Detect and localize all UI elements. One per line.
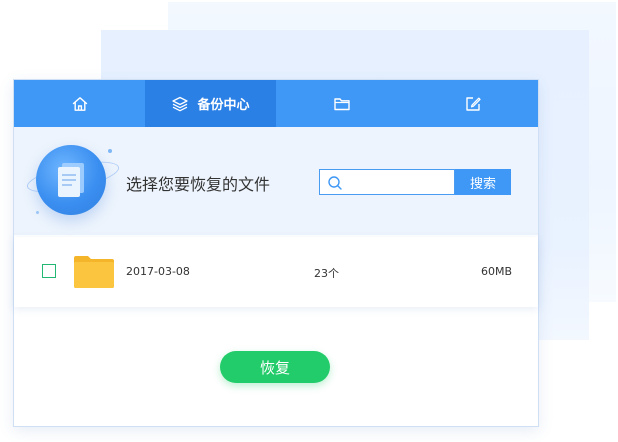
tab-home[interactable] [14,80,145,127]
document-icon [58,163,84,197]
backup-orb-illustration [36,145,106,215]
hero-title: 选择您要恢复的文件 [126,175,271,194]
file-list-row[interactable]: 2017-03-08 23个 60MB [14,237,538,307]
search-icon [328,176,342,190]
backup-window: 备份中心 选择您要恢复的文件 搜索 2017-03-08 23个 60MB 恢复 [13,79,539,427]
file-row-size: 60MB [481,265,513,278]
edit-icon [465,96,481,111]
home-icon [72,96,87,111]
tab-backup-center[interactable]: 备份中心 [145,80,276,127]
folder-icon [333,97,350,110]
file-row-date: 2017-03-08 [126,265,190,278]
hero-panel: 选择您要恢复的文件 搜索 [14,127,538,235]
tab-edit[interactable] [407,80,538,127]
search-box[interactable] [319,169,455,195]
restore-button[interactable]: 恢复 [220,351,330,383]
tab-folder[interactable] [276,80,407,127]
sparkle-dot [108,149,112,153]
search-input[interactable] [348,172,450,192]
layers-icon [172,96,189,111]
search-button[interactable]: 搜索 [455,169,511,195]
stage: 备份中心 选择您要恢复的文件 搜索 2017-03-08 23个 60MB 恢复 [0,0,618,442]
file-row-checkbox[interactable] [42,264,56,278]
folder-icon [74,256,114,288]
file-row-count: 23个 [314,267,339,280]
sparkle-dot [36,211,39,214]
tab-bar: 备份中心 [14,80,538,127]
tab-backup-center-label: 备份中心 [197,98,250,113]
